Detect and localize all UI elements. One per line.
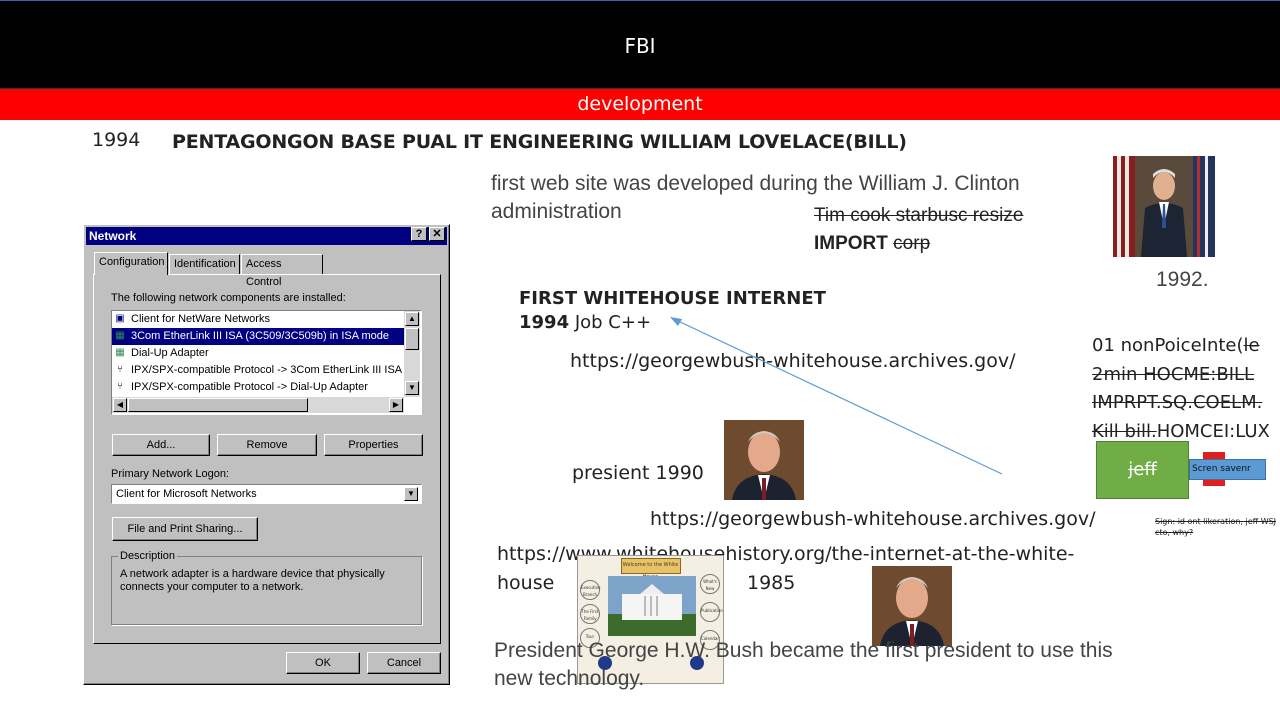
wh-right-item: What's New bbox=[700, 574, 720, 594]
wh-right-item: Publications bbox=[700, 602, 723, 622]
header-bar: FBI bbox=[0, 0, 1280, 88]
close-button[interactable]: ✕ bbox=[429, 227, 445, 241]
wh-photo bbox=[608, 576, 696, 636]
dialog-title: Network bbox=[89, 229, 137, 243]
notes-line-2: 2min HOCME:BILL bbox=[1092, 363, 1255, 385]
clinton-portrait bbox=[1113, 156, 1215, 257]
horizontal-scrollbar[interactable]: ◀ ▶ bbox=[112, 397, 404, 413]
year-label: 1994 bbox=[92, 129, 141, 151]
remove-button[interactable]: Remove bbox=[217, 434, 317, 456]
description-text: A network adapter is a hardware device t… bbox=[120, 568, 385, 593]
year-1985: 1985 bbox=[747, 572, 796, 594]
logon-value: Client for Microsoft Networks bbox=[116, 488, 257, 500]
wh-left-item: The First Family bbox=[580, 604, 600, 624]
scroll-right-icon[interactable]: ▶ bbox=[389, 398, 403, 412]
logon-select[interactable]: Client for Microsoft Networks ▼ bbox=[111, 484, 422, 504]
subheader-title: development bbox=[577, 93, 703, 115]
list-item-selected[interactable]: ▦ 3Com EtherLink III ISA (3C509/3C509b) i… bbox=[112, 328, 404, 345]
headline: PENTAGONGON BASE PUAL IT ENGINEERING WIL… bbox=[172, 131, 907, 153]
cancel-button[interactable]: Cancel bbox=[367, 652, 441, 674]
description-label: Description bbox=[118, 550, 178, 562]
protocol-icon: ⑂ bbox=[117, 364, 123, 375]
help-button[interactable]: ? bbox=[411, 227, 427, 241]
file-print-sharing-button[interactable]: File and Print Sharing... bbox=[112, 517, 258, 541]
import-line: IMPORT corp bbox=[814, 233, 930, 255]
components-list[interactable]: ▣ Client for NetWare Networks ▦ 3Com Ether… bbox=[111, 310, 422, 415]
jeff-box: jeff bbox=[1096, 441, 1189, 499]
job-year: 1994 bbox=[519, 312, 570, 333]
chevron-down-icon[interactable]: ▼ bbox=[404, 487, 418, 501]
import-strike: corp bbox=[893, 233, 931, 254]
dialog-titlebar: Network bbox=[86, 227, 447, 245]
wh-banner: Welcome to the White House bbox=[620, 558, 681, 580]
list-item[interactable]: ▦ Dial-Up Adapter bbox=[112, 345, 404, 362]
logon-label: Primary Network Logon: bbox=[111, 468, 229, 480]
tab-identification[interactable]: Identification bbox=[169, 254, 240, 274]
adapter-icon: ▦ bbox=[115, 347, 125, 358]
bush-portrait-1 bbox=[724, 420, 804, 500]
vertical-scrollbar[interactable]: ▲ ▼ bbox=[404, 311, 420, 397]
bush-text: President George H.W. Bush became the fi… bbox=[494, 639, 1113, 690]
protocol-icon: ⑂ bbox=[117, 381, 123, 392]
wh-left-item: Executive Branch bbox=[580, 580, 600, 600]
header-title: FBI bbox=[624, 34, 656, 58]
client-icon: ▣ bbox=[115, 313, 125, 324]
scroll-left-icon[interactable]: ◀ bbox=[113, 398, 127, 412]
network-dialog: Network ? ✕ Configuration Identification… bbox=[83, 224, 450, 685]
add-button[interactable]: Add... bbox=[112, 434, 210, 456]
strike-note: Tim cook starbusc resize bbox=[814, 205, 1024, 226]
scroll-thumb-h[interactable] bbox=[128, 398, 308, 412]
tab-configuration[interactable]: Configuration bbox=[94, 252, 168, 275]
installed-label: The following network components are ins… bbox=[111, 292, 346, 304]
notes-block: 01 nonPoiceInte(le 2min HOCME:BILL IMPRP… bbox=[1092, 332, 1280, 446]
ok-button[interactable]: OK bbox=[286, 652, 360, 674]
scroll-down-icon[interactable]: ▼ bbox=[405, 381, 419, 395]
job-text: Job C++ bbox=[569, 312, 652, 333]
notes-line-1: 01 nonPoiceInte(le bbox=[1092, 335, 1260, 356]
sign-note: Sign: id ont likeration, jeff WSJ cto, w… bbox=[1155, 517, 1277, 537]
whitehouse-heading: FIRST WHITEHOUSE INTERNET bbox=[519, 288, 826, 309]
subheader-bar: development bbox=[0, 88, 1280, 120]
screensaver-box: Scren savenr bbox=[1189, 459, 1266, 480]
president-label: presient 1990 bbox=[572, 462, 704, 484]
connector-arrow bbox=[670, 317, 1003, 475]
jeff-label: jeff bbox=[1128, 459, 1157, 480]
description-group: Description A network adapter is a hardw… bbox=[111, 550, 422, 625]
adapter-icon: ▦ bbox=[115, 330, 125, 341]
notes-line-3: IMPRPT.SQ.COELM. bbox=[1092, 392, 1263, 413]
import-word: IMPORT bbox=[814, 233, 888, 254]
scroll-thumb[interactable] bbox=[405, 328, 419, 350]
job-line: 1994 Job C++ bbox=[519, 312, 651, 333]
url-archive-2[interactable]: https://georgewbush-whitehouse.archives.… bbox=[650, 508, 1096, 530]
clinton-year: 1992. bbox=[1156, 268, 1209, 291]
list-item[interactable]: ⑂ IPX/SPX-compatible Protocol -> 3Com Eth… bbox=[112, 362, 404, 379]
tab-access-control[interactable]: Access Control bbox=[241, 254, 323, 288]
properties-button[interactable]: Properties bbox=[324, 434, 423, 456]
scroll-up-icon[interactable]: ▲ bbox=[405, 312, 419, 326]
list-item[interactable]: ▣ Client for NetWare Networks bbox=[112, 311, 404, 328]
list-item[interactable]: ⑂ IPX/SPX-compatible Protocol -> Dial-Up … bbox=[112, 379, 404, 396]
